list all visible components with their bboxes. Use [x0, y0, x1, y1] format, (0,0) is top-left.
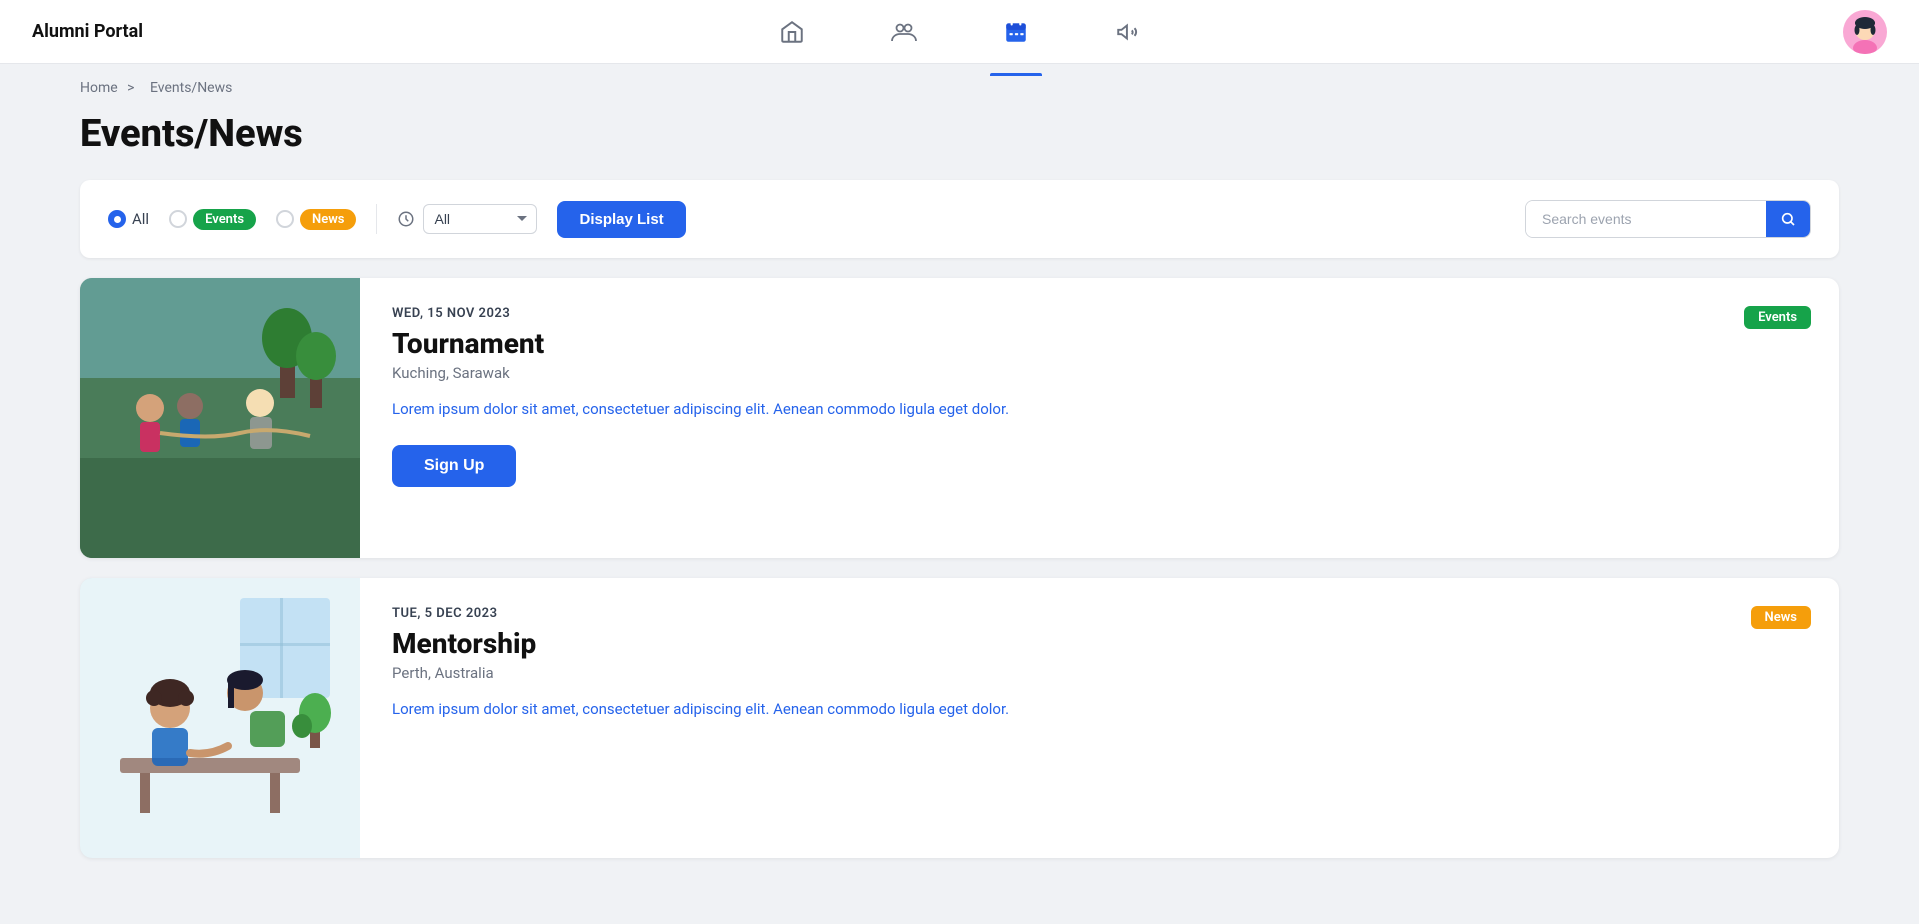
radio-news-badge: News	[300, 209, 356, 230]
nav-item-announcements[interactable]	[1102, 10, 1154, 54]
breadcrumb-separator: >	[127, 80, 134, 96]
search-input[interactable]	[1526, 201, 1766, 237]
breadcrumb: Home > Events/News	[0, 64, 1919, 112]
nav-item-alumni[interactable]	[878, 10, 930, 54]
events-badge-tournament: Events	[1744, 306, 1811, 329]
breadcrumb-home[interactable]: Home	[80, 80, 118, 96]
main-content: All Events News All This Week This Mo	[0, 180, 1919, 918]
mentorship-image-svg	[80, 578, 360, 858]
app-title: Alumni Portal	[32, 21, 143, 42]
radio-news[interactable]: News	[276, 209, 356, 230]
nav-item-events[interactable]	[990, 10, 1042, 54]
home-icon	[778, 18, 806, 46]
main-nav	[766, 10, 1154, 54]
event-title-tournament: Tournament	[392, 327, 1807, 360]
radio-events[interactable]: Events	[169, 209, 256, 230]
clock-icon	[397, 210, 415, 228]
search-wrapper	[1525, 200, 1811, 238]
page-title: Events/News	[0, 112, 1919, 180]
time-filter: All This Week This Month This Year	[397, 204, 537, 234]
time-select[interactable]: All This Week This Month This Year	[423, 204, 537, 234]
radio-events-circle	[169, 210, 187, 228]
event-card-mentorship: News TUE, 5 DEC 2023 Mentorship Perth, A…	[80, 578, 1839, 858]
event-title-mentorship: Mentorship	[392, 627, 1807, 660]
avatar[interactable]	[1843, 10, 1887, 54]
display-list-button[interactable]: Display List	[557, 201, 685, 238]
avatar-image	[1843, 10, 1887, 54]
event-location-tournament: Kuching, Sarawak	[392, 364, 1807, 382]
header: Alumni Portal	[0, 0, 1919, 64]
event-description-mentorship: Lorem ipsum dolor sit amet, consectetuer…	[392, 698, 1807, 721]
search-button[interactable]	[1766, 201, 1810, 237]
event-location-mentorship: Perth, Australia	[392, 664, 1807, 682]
radio-all-circle	[108, 210, 126, 228]
filter-divider	[376, 204, 377, 234]
event-type-badge-mentorship: News	[1751, 606, 1811, 625]
tournament-image-svg	[80, 278, 360, 558]
radio-events-badge: Events	[193, 209, 256, 230]
radio-news-circle	[276, 210, 294, 228]
calendar-icon	[1002, 18, 1030, 46]
news-badge-mentorship: News	[1751, 606, 1811, 629]
radio-all[interactable]: All	[108, 210, 149, 228]
event-date-tournament: WED, 15 NOV 2023	[392, 306, 1807, 321]
event-date-mentorship: TUE, 5 DEC 2023	[392, 606, 1807, 621]
filter-bar: All Events News All This Week This Mo	[80, 180, 1839, 258]
breadcrumb-current: Events/News	[150, 80, 232, 96]
event-image-mentorship	[80, 578, 360, 858]
alumni-icon	[890, 18, 918, 46]
search-icon	[1780, 211, 1796, 227]
event-description-tournament: Lorem ipsum dolor sit amet, consectetuer…	[392, 398, 1807, 421]
event-card-tournament: Events WED, 15 NOV 2023 Tournament Kuchi…	[80, 278, 1839, 558]
nav-item-home[interactable]	[766, 10, 818, 54]
event-image-tournament	[80, 278, 360, 558]
megaphone-icon	[1114, 18, 1142, 46]
event-body-tournament: Events WED, 15 NOV 2023 Tournament Kuchi…	[360, 278, 1839, 558]
signup-button-tournament[interactable]: Sign Up	[392, 445, 516, 487]
radio-all-label: All	[132, 210, 149, 228]
event-body-mentorship: News TUE, 5 DEC 2023 Mentorship Perth, A…	[360, 578, 1839, 858]
event-type-badge-tournament: Events	[1744, 306, 1811, 325]
